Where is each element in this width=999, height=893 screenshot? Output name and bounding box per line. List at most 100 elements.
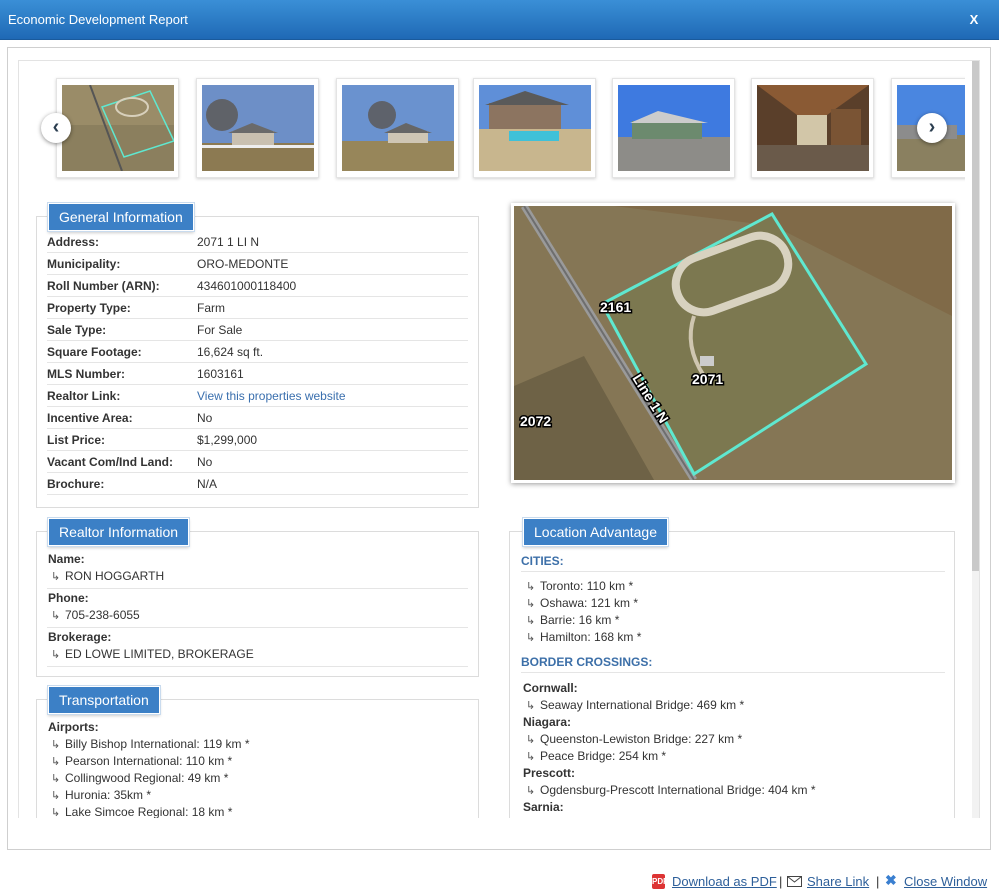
divider — [521, 672, 945, 673]
aerial-thumbnail-image — [62, 85, 174, 171]
gallery-thumbnail[interactable] — [612, 78, 735, 178]
arrow-right-icon: ↳ — [526, 785, 536, 797]
gallery-prev-button[interactable]: ‹ — [41, 113, 71, 143]
list-item-text: Ogdensburg-Prescott International Bridge… — [540, 783, 816, 797]
divider — [47, 588, 468, 589]
arrow-right-icon: ↳ — [51, 649, 61, 661]
download-pdf-link[interactable]: Download as PDF — [672, 874, 777, 889]
info-row-value: 2071 1 LI N — [197, 235, 260, 249]
list-item: ↳ Hamilton: 168 km * — [526, 630, 641, 644]
arrow-right-icon: ↳ — [526, 615, 536, 627]
info-row: MLS Number: 1603161 — [47, 363, 468, 385]
border-group-label: Prescott: — [523, 766, 576, 780]
list-item: ↳ Peace Bridge: 254 km * — [526, 749, 666, 763]
arrow-right-icon: ↳ — [526, 581, 536, 593]
arrow-right-icon: ↳ — [51, 773, 61, 785]
list-item-text: Collingwood Regional: 49 km * — [65, 771, 229, 785]
border-group-label: Cornwall: — [523, 681, 578, 695]
info-row: Roll Number (ARN): 434601000118400 — [47, 275, 468, 297]
info-row-value: For Sale — [197, 323, 243, 337]
arrow-right-icon: ↳ — [51, 790, 61, 802]
info-row-label: MLS Number: — [47, 367, 125, 381]
list-item-text: Pearson International: 110 km * — [65, 754, 233, 768]
realtor-phone: ↳ 705-238-6055 — [51, 608, 140, 622]
pdf-icon: PDF — [652, 874, 668, 889]
divider — [521, 571, 945, 572]
info-row-label: Property Type: — [47, 301, 131, 315]
realtor-name-label: Name: — [48, 552, 85, 566]
close-window-button[interactable]: X — [962, 8, 986, 32]
envelope-icon — [787, 876, 802, 887]
info-row-label: Vacant Com/Ind Land: — [47, 455, 174, 469]
list-item: ↳ Ogdensburg-Prescott International Bridg… — [526, 783, 815, 797]
list-item-text: Toronto: 110 km * — [540, 579, 634, 593]
realtor-brokerage-label: Brokerage: — [48, 630, 112, 644]
gallery-thumbnail[interactable] — [196, 78, 319, 178]
list-item-text: Seaway International Bridge: 469 km * — [540, 698, 745, 712]
info-row-label: Brochure: — [47, 477, 105, 491]
airports-label: Airports: — [48, 720, 99, 734]
info-row-label: Roll Number (ARN): — [47, 279, 160, 293]
arrow-right-icon: ↳ — [51, 807, 61, 818]
gallery-next-button[interactable]: › — [917, 113, 947, 143]
aerial-map-image: 2161 2071 2072 Line 1 N — [514, 204, 952, 482]
map-label-2072: 2072 — [520, 413, 551, 429]
arrow-right-icon: ↳ — [51, 756, 61, 768]
chevron-left-icon: ‹ — [52, 116, 60, 138]
realtor-information-heading: Realtor Information — [48, 518, 190, 546]
list-item-text: Lake Simcoe Regional: 18 km * — [65, 805, 233, 818]
list-item: ↳ Lake Simcoe Regional: 18 km * — [51, 805, 232, 818]
photo-gallery: ‹ › — [19, 73, 965, 183]
realtor-name-value: RON HOGGARTH — [65, 569, 165, 583]
info-row-label: Address: — [47, 235, 100, 249]
info-row-value: 16,624 sq ft. — [197, 345, 264, 359]
share-link[interactable]: Share Link — [807, 874, 869, 889]
info-row: Incentive Area: No — [47, 407, 468, 429]
info-row: Realtor Link: View this properties websit… — [47, 385, 468, 407]
info-row-value: N/A — [197, 477, 218, 491]
gallery-thumbnail[interactable] — [473, 78, 596, 178]
list-item: ↳ Seaway International Bridge: 469 km * — [526, 698, 744, 712]
list-item-text: Huronia: 35km * — [65, 788, 152, 802]
info-row-value: 434601000118400 — [197, 279, 297, 293]
arrow-right-icon: ↳ — [51, 739, 61, 751]
window-title: Economic Development Report — [8, 12, 188, 27]
footer-separator: | — [876, 874, 880, 889]
close-window-link[interactable]: Close Window — [904, 874, 987, 889]
info-row: List Price: $1,299,000 — [47, 429, 468, 451]
list-item-text: Billy Bishop International: 119 km * — [65, 737, 250, 751]
list-item: ↳ Pearson International: 110 km * — [51, 754, 232, 768]
realtor-brokerage: ↳ ED LOWE LIMITED, BROKERAGE — [51, 647, 254, 661]
stable-interior-thumbnail-image — [757, 85, 869, 171]
realtor-website-link[interactable]: View this properties website — [197, 389, 346, 403]
map-label-2071: 2071 — [692, 371, 723, 387]
realtor-name: ↳ RON HOGGARTH — [51, 569, 164, 583]
list-item: ↳ Barrie: 16 km * — [526, 613, 619, 627]
gallery-thumbnail[interactable] — [56, 78, 179, 178]
info-row: Sale Type: For Sale — [47, 319, 468, 341]
gallery-thumbnail[interactable] — [336, 78, 459, 178]
list-item: ↳ Collingwood Regional: 49 km * — [51, 771, 228, 785]
parcel-map[interactable]: 2161 2071 2072 Line 1 N — [511, 203, 955, 483]
arrow-right-icon: ↳ — [526, 700, 536, 712]
list-item-text: Queenston-Lewiston Bridge: 227 km * — [540, 732, 743, 746]
divider — [47, 627, 468, 628]
farm-lawn-thumbnail-image — [342, 85, 454, 171]
info-row-label: Realtor Link: — [47, 389, 121, 403]
border-crossings-header: BORDER CROSSINGS: — [521, 655, 653, 669]
transportation-heading: Transportation — [48, 686, 160, 714]
gallery-thumbnail[interactable] — [751, 78, 874, 178]
info-row-value: $1,299,000 — [197, 433, 258, 447]
scrollbar-thumb[interactable] — [972, 61, 979, 571]
info-row-label: Sale Type: — [47, 323, 107, 337]
list-item: ↳ Huronia: 35km * — [51, 788, 151, 802]
list-item: ↳ Toronto: 110 km * — [526, 579, 633, 593]
info-row-value: Farm — [197, 301, 225, 315]
info-row-value: No — [197, 411, 213, 425]
vertical-scrollbar[interactable] — [972, 61, 979, 818]
list-item: ↳ Billy Bishop International: 119 km * — [51, 737, 250, 751]
location-advantage-heading: Location Advantage — [523, 518, 668, 546]
report-frame: ‹ › General Information Address: 2071 1 L… — [7, 47, 991, 850]
info-row-label: List Price: — [47, 433, 106, 447]
list-item-text: Barrie: 16 km * — [540, 613, 620, 627]
